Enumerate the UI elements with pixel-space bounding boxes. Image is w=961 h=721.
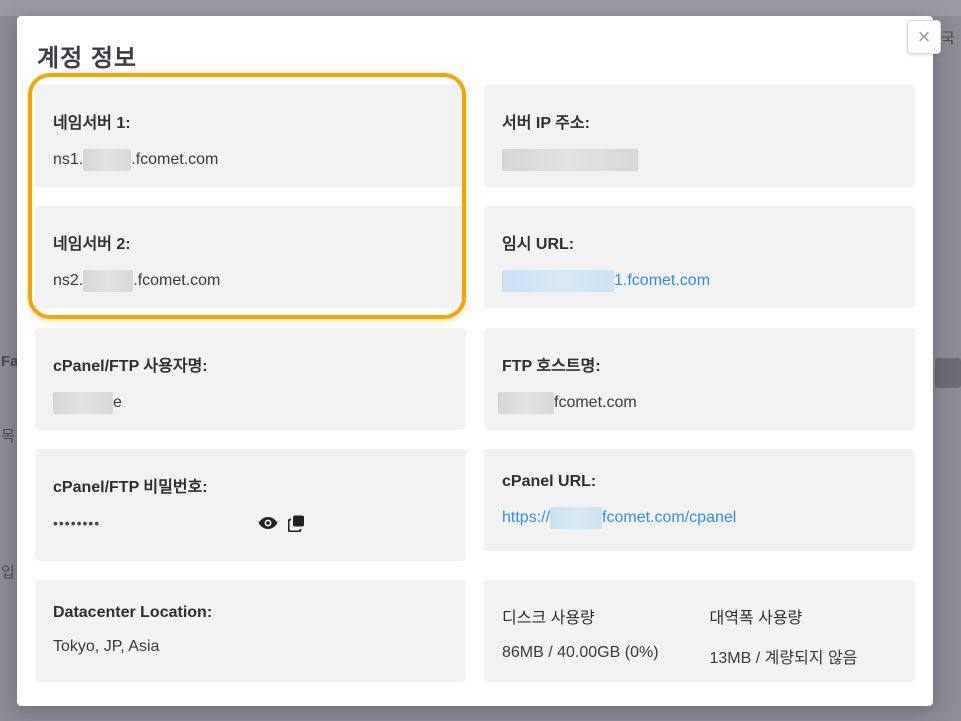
nameserver1-card: 네임서버 1: ns1. .fcomet.com — [35, 85, 466, 187]
ftp-host-label: FTP 호스트명: — [502, 358, 601, 375]
close-icon: × — [917, 24, 931, 49]
nameserver2-card: 네임서버 2: ns2. .fcomet.com — [35, 206, 466, 308]
bandwidth-usage: 대역폭 사용량 13MB / 계량되지 않음 — [690, 604, 898, 668]
backdrop-text-fa: Fa — [1, 353, 19, 370]
bandwidth-usage-label: 대역폭 사용량 — [709, 610, 803, 627]
server-ip-value — [502, 149, 897, 171]
nameserver2-value: ns2. .fcomet.com — [53, 270, 448, 292]
redacted-block — [83, 270, 134, 292]
cpanel-url-label: cPanel URL: — [502, 473, 597, 490]
temp-url-link[interactable]: 1.fcomet.com — [502, 270, 710, 292]
backdrop-chart-icon — [935, 358, 961, 388]
redacted-block — [502, 149, 638, 171]
disk-usage-value: 86MB / 40.00GB (0%) — [502, 644, 659, 661]
cpanel-url-value: https://fcomet.com/cpanel — [502, 507, 897, 529]
datacenter-label: Datacenter Location: — [53, 604, 213, 621]
disk-usage-label: 디스크 사용량 — [502, 610, 595, 627]
copy-icon[interactable] — [286, 513, 306, 533]
redacted-block — [83, 149, 132, 171]
account-info-modal: 계정 정보 × 네임서버 1: ns1. .fcomet.com 서버 IP 주소… — [17, 16, 941, 706]
nameserver1-label: 네임서버 1: — [53, 115, 131, 132]
temp-url-label: 임시 URL: — [502, 236, 575, 253]
datacenter-value: Tokyo, JP, Asia — [53, 638, 160, 655]
redacted-block — [53, 392, 113, 414]
modal-title: 계정 정보 — [37, 45, 137, 72]
cpanel-url-card: cPanel URL: https://fcomet.com/cpanel — [484, 449, 915, 551]
close-button[interactable]: × — [907, 20, 941, 54]
cpanel-username-label: cPanel/FTP 사용자명: — [53, 358, 208, 375]
cpanel-password-label: cPanel/FTP 비밀번호: — [53, 479, 208, 496]
backdrop-strip-top — [0, 0, 961, 16]
nameserver1-value: ns1. .fcomet.com — [53, 149, 448, 171]
temp-url-card: 임시 URL: 1.fcomet.com — [484, 206, 915, 308]
usage-card: 디스크 사용량 86MB / 40.00GB (0%) 대역폭 사용량 13MB… — [484, 580, 915, 682]
backdrop-text-mok: 목 — [1, 428, 15, 445]
redacted-block — [498, 392, 554, 414]
ftp-host-card: FTP 호스트명: fcomet.com — [484, 328, 915, 430]
redacted-block — [550, 507, 603, 529]
cpanel-password-card: cPanel/FTP 비밀번호: •••••••• — [35, 449, 466, 561]
cpanel-username-card: cPanel/FTP 사용자명: e — [35, 328, 466, 430]
bandwidth-usage-value: 13MB / 계량되지 않음 — [709, 650, 858, 667]
backdrop-text-right: 국 — [941, 30, 955, 47]
server-ip-label: 서버 IP 주소: — [502, 115, 590, 132]
datacenter-card: Datacenter Location: Tokyo, JP, Asia — [35, 580, 466, 682]
temp-url-value: 1.fcomet.com — [502, 270, 897, 292]
server-ip-card: 서버 IP 주소: — [484, 85, 915, 187]
backdrop-text-ip: 입 — [1, 564, 15, 581]
cpanel-username-value: e — [53, 392, 448, 414]
cpanel-password-value: •••••••• — [53, 513, 448, 533]
cpanel-url-link[interactable]: https://fcomet.com/cpanel — [502, 507, 736, 529]
disk-usage: 디스크 사용량 86MB / 40.00GB (0%) — [502, 604, 690, 668]
eye-icon[interactable] — [258, 513, 278, 533]
nameserver2-label: 네임서버 2: — [53, 236, 131, 253]
password-masked: •••••••• — [53, 515, 101, 531]
ftp-host-value: fcomet.com — [498, 392, 897, 414]
redacted-block — [502, 270, 614, 292]
